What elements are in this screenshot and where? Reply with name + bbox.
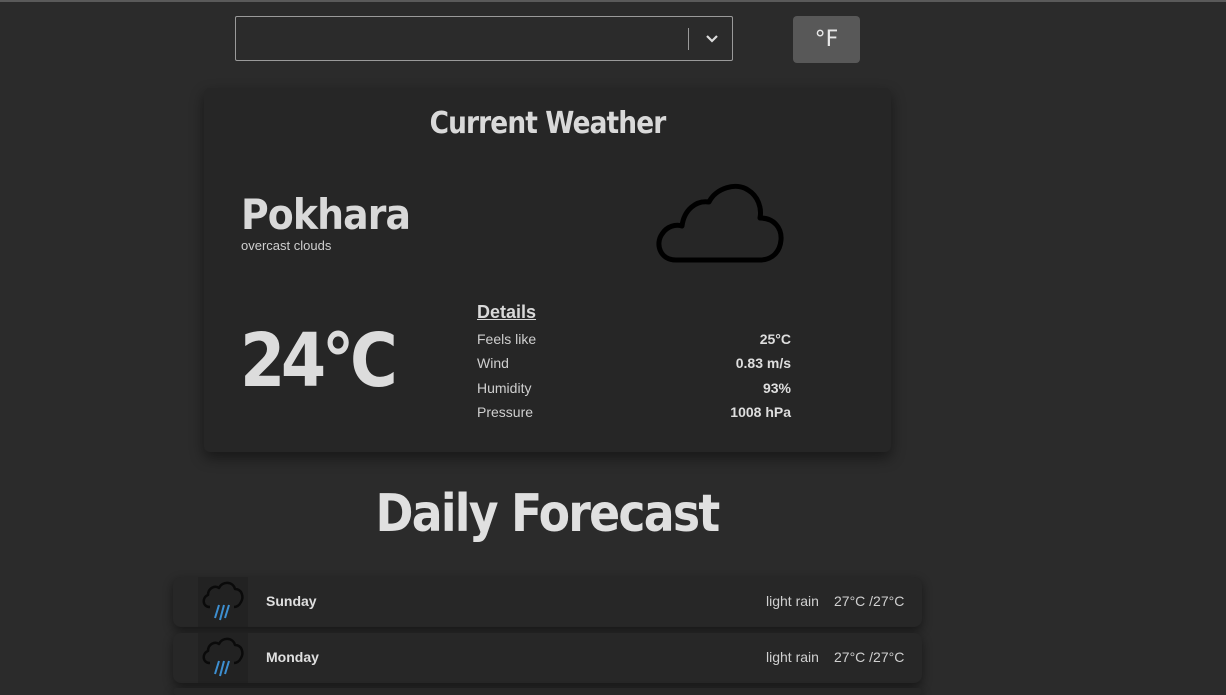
detail-value: 25°C	[759, 331, 791, 347]
detail-label: Pressure	[477, 404, 534, 420]
detail-row-humidity: Humidity 93%	[477, 380, 791, 402]
card-title: Current Weather	[429, 106, 667, 141]
detail-label: Wind	[477, 355, 509, 371]
detail-value: 1008 hPa	[730, 404, 791, 420]
detail-value: 0.83 m/s	[735, 355, 791, 371]
select-separator	[688, 28, 689, 50]
forecast-row-partial[interactable]	[173, 688, 922, 695]
city-search-input[interactable]	[236, 17, 686, 60]
unit-toggle-button[interactable]: °F	[793, 16, 860, 63]
cloud-icon	[656, 184, 784, 263]
forecast-heading: Daily Forecast	[375, 484, 721, 544]
city-search-select[interactable]	[235, 16, 733, 61]
weather-description: overcast clouds	[241, 238, 332, 253]
forecast-description: light rain	[766, 593, 819, 609]
forecast-day: Sunday	[266, 593, 317, 609]
details-heading: Details	[477, 302, 537, 322]
rain-cloud-icon	[198, 577, 248, 627]
detail-row-wind: Wind 0.83 m/s	[477, 355, 791, 377]
detail-row-feels-like: Feels like 25°C	[477, 331, 791, 353]
chevron-down-icon[interactable]	[702, 29, 722, 49]
detail-label: Feels like	[477, 331, 537, 347]
city-name: Pokhara	[241, 190, 411, 239]
detail-label: Humidity	[477, 380, 532, 396]
current-temperature: 24°C	[240, 318, 398, 404]
forecast-row-sunday[interactable]: Sunday light rain 27°C /27°C	[173, 577, 922, 627]
current-weather-card: Current Weather Pokhara overcast clouds …	[204, 88, 891, 452]
forecast-description: light rain	[766, 649, 819, 665]
forecast-row-monday[interactable]: Monday light rain 27°C /27°C	[173, 633, 922, 683]
detail-row-pressure: Pressure 1008 hPa	[477, 404, 791, 426]
forecast-temperature: 27°C /27°C	[834, 593, 905, 609]
detail-value: 93%	[762, 380, 791, 396]
forecast-temperature: 27°C /27°C	[834, 649, 905, 665]
rain-cloud-icon	[198, 633, 248, 683]
forecast-day: Monday	[266, 649, 319, 665]
top-border	[0, 0, 1226, 2]
